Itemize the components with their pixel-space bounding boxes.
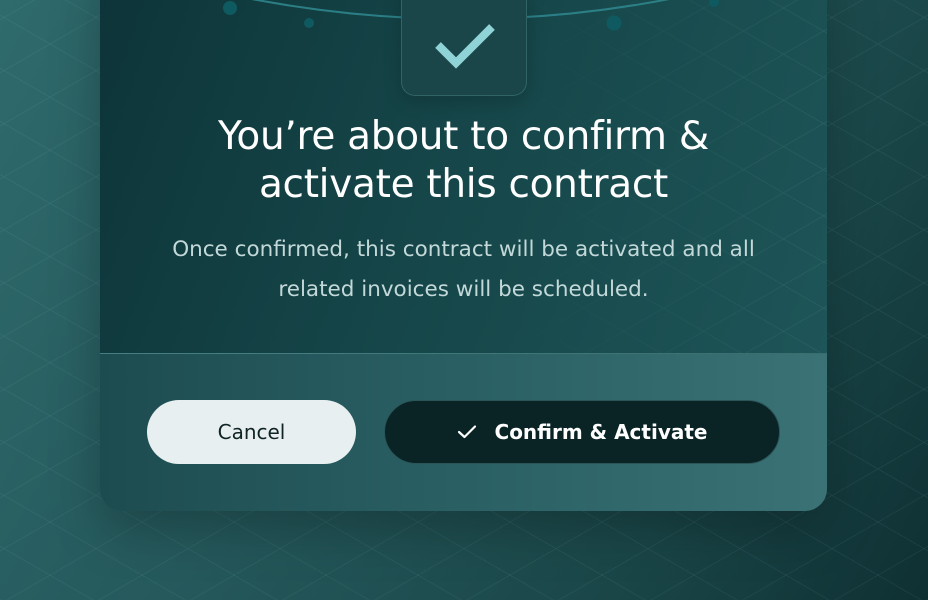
dialog-header-area: You’re about to confirm & activate this … bbox=[100, 0, 827, 353]
checkmark-icon bbox=[457, 424, 477, 440]
cancel-button-label: Cancel bbox=[217, 420, 286, 444]
confirm-activate-button[interactable]: Confirm & Activate bbox=[384, 400, 780, 464]
checkmark-icon bbox=[435, 24, 495, 69]
status-icon-tile bbox=[401, 0, 527, 96]
dialog-message: Once confirmed, this contract will be ac… bbox=[172, 237, 755, 302]
dialog-title: You’re about to confirm & activate this … bbox=[218, 114, 709, 207]
confirm-button-label: Confirm & Activate bbox=[494, 420, 708, 444]
confirm-dialog: You’re about to confirm & activate this … bbox=[100, 0, 827, 511]
cancel-button[interactable]: Cancel bbox=[147, 400, 356, 464]
